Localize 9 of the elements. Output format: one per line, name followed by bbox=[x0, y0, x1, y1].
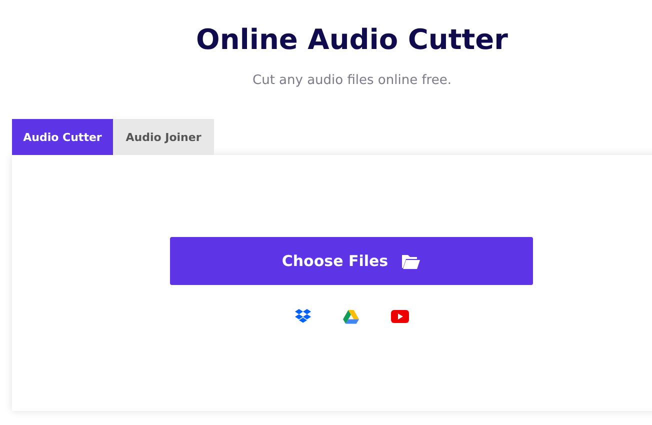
folder-icon bbox=[402, 254, 420, 268]
tool-tab[interactable]: Audio Cutter bbox=[12, 119, 113, 155]
youtube-icon[interactable] bbox=[390, 310, 408, 323]
google-drive-icon[interactable] bbox=[342, 310, 358, 324]
page-subtitle: Cut any audio files online free. bbox=[252, 72, 452, 90]
choose-files-button[interactable]: Choose Files bbox=[170, 237, 532, 285]
tool-tab[interactable]: Audio Joiner bbox=[113, 119, 214, 155]
dropbox-icon[interactable] bbox=[294, 309, 310, 324]
page-title: Online Audio Cutter bbox=[195, 22, 509, 58]
